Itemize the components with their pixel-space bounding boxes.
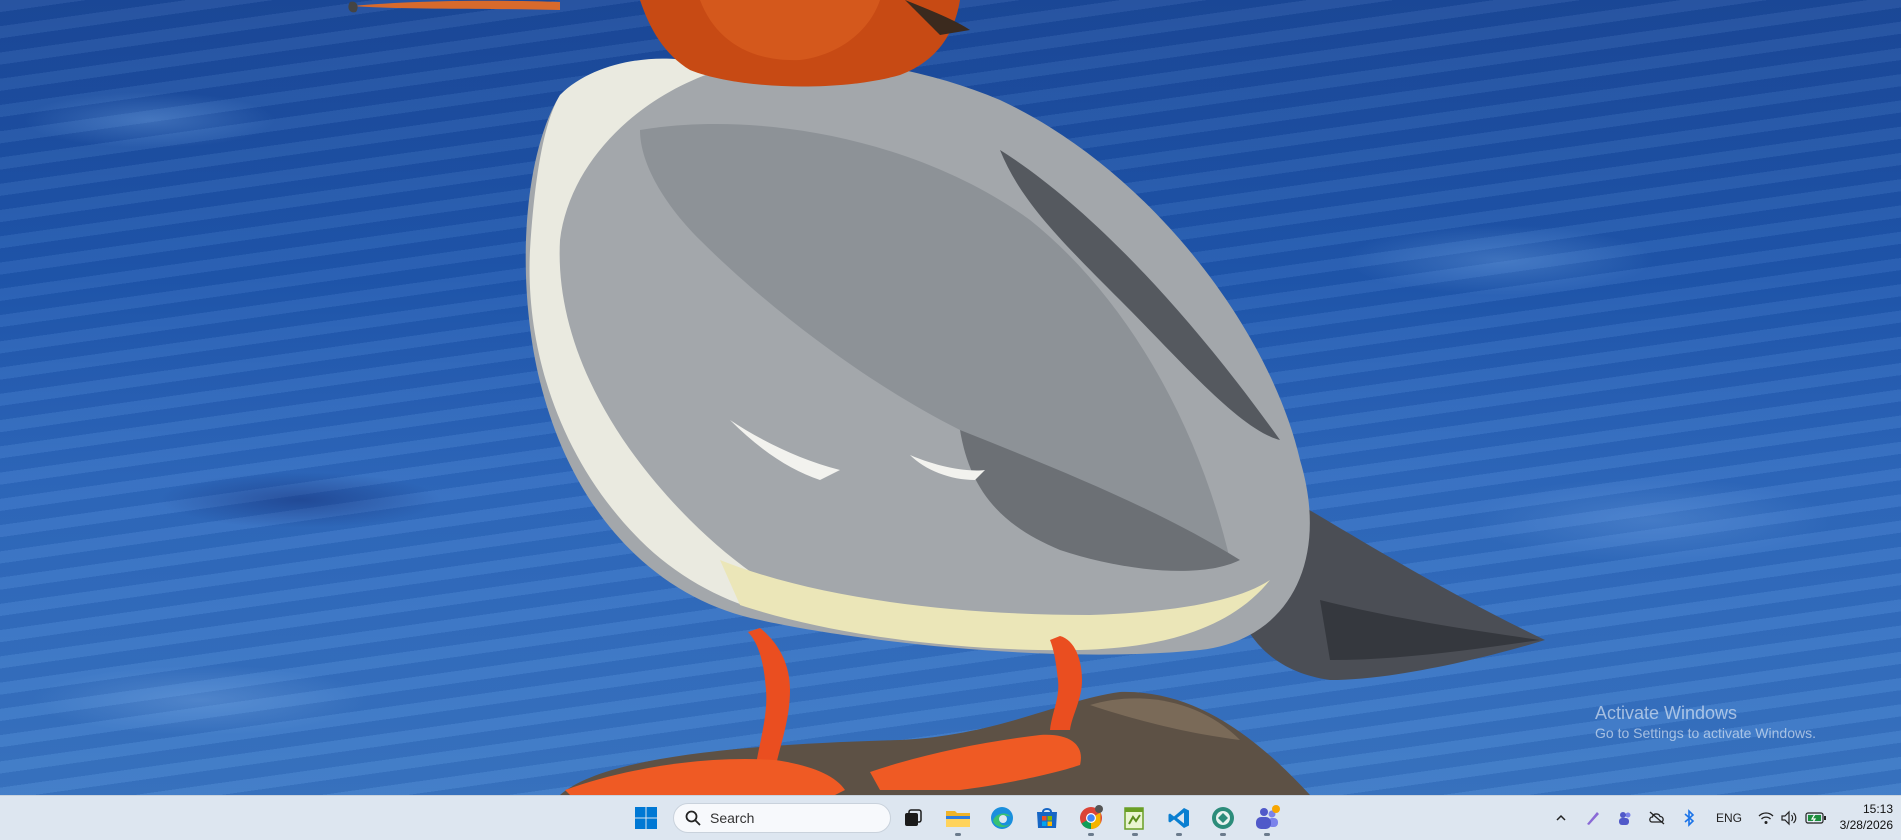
notepad-plus-icon	[1124, 807, 1144, 830]
chrome-button[interactable]	[1074, 801, 1108, 836]
teams-button[interactable]	[1250, 801, 1284, 836]
task-view-button[interactable]	[896, 801, 930, 835]
search-icon	[685, 810, 701, 826]
wallpaper-merganser-image	[348, 0, 1545, 795]
watermark-subtitle: Go to Settings to activate Windows.	[1595, 724, 1816, 741]
notepad-plus-button[interactable]	[1118, 801, 1152, 836]
teams-tray-button[interactable]	[1614, 796, 1636, 840]
search-box[interactable]: Search	[673, 803, 891, 833]
start-icon	[635, 807, 657, 829]
taskbar: Search ENG 15:13 3/28/2026	[0, 795, 1901, 840]
running-indicator	[1088, 833, 1094, 836]
chrome-icon	[1080, 805, 1103, 829]
pen-icon	[1587, 812, 1599, 825]
app-circle-icon	[1212, 807, 1234, 829]
running-indicator	[1176, 833, 1182, 836]
wifi-icon	[1758, 812, 1774, 824]
language-indicator[interactable]: ENG	[1712, 796, 1746, 840]
desktop-wallpaper: Activate Windows Go to Settings to activ…	[0, 0, 1901, 795]
bluetooth-icon	[1684, 809, 1695, 827]
wifi-button[interactable]	[1756, 796, 1776, 840]
app-circle-button[interactable]	[1206, 801, 1240, 836]
volume-button[interactable]	[1778, 796, 1800, 840]
cloud-offline-button[interactable]	[1646, 796, 1668, 840]
clock-time: 15:13	[1862, 802, 1893, 816]
watermark-title: Activate Windows	[1595, 703, 1738, 723]
chevron-up-icon	[1556, 814, 1566, 821]
pen-tray-button[interactable]	[1582, 796, 1604, 840]
language-label: ENG	[1715, 811, 1742, 825]
edge-button[interactable]	[985, 801, 1019, 835]
microsoft-store-icon	[1037, 808, 1057, 828]
vscode-button[interactable]	[1162, 801, 1196, 836]
volume-icon	[1781, 810, 1797, 826]
clock-date: 3/28/2026	[1839, 818, 1893, 832]
edge-icon	[991, 807, 1013, 829]
file-explorer-button[interactable]	[941, 801, 975, 836]
running-indicator	[955, 833, 961, 836]
show-hidden-icons-button[interactable]	[1550, 796, 1572, 840]
bluetooth-button[interactable]	[1678, 796, 1700, 840]
file-explorer-icon	[946, 811, 970, 827]
task-view-icon	[905, 809, 922, 826]
microsoft-store-button[interactable]	[1030, 801, 1064, 835]
vscode-icon	[1168, 808, 1189, 828]
running-indicator	[1132, 833, 1138, 836]
activate-windows-watermark: Activate Windows Go to Settings to activ…	[1595, 702, 1816, 742]
running-indicator	[1264, 833, 1270, 836]
teams-icon	[1256, 805, 1280, 829]
battery-button[interactable]	[1804, 796, 1828, 840]
search-label: Search	[710, 810, 755, 826]
running-indicator	[1220, 833, 1226, 836]
start-button[interactable]	[629, 801, 663, 835]
teams-tray-icon	[1619, 812, 1631, 825]
clock[interactable]: 15:13 3/28/2026	[1840, 801, 1893, 833]
cloud-offline-icon	[1649, 811, 1665, 825]
battery-charging-icon	[1805, 812, 1826, 824]
